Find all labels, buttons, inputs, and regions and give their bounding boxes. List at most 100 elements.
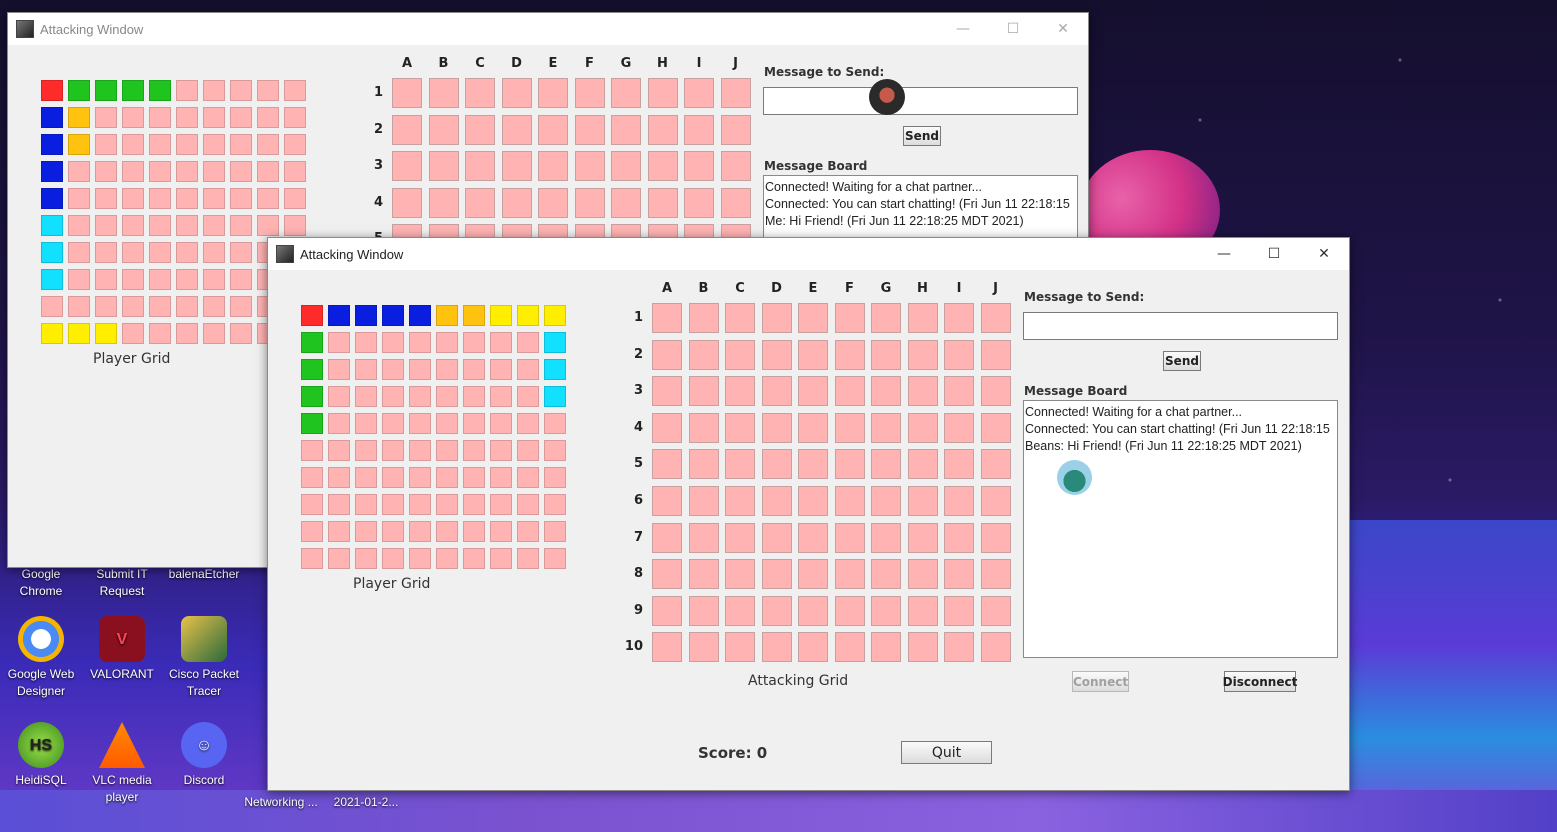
attack-grid-cell[interactable] [798,522,828,553]
attack-grid-cell[interactable] [465,187,495,218]
attack-grid-cell[interactable] [834,595,865,626]
front-close-button[interactable]: ✕ [1299,238,1349,270]
attack-grid-cell[interactable] [501,114,532,145]
attack-grid-cell[interactable] [428,114,459,145]
attack-grid-cell[interactable] [688,522,719,553]
back-send-button[interactable]: Send [903,126,941,146]
attack-grid-cell[interactable] [688,303,719,333]
attack-grid-cell[interactable] [501,187,532,218]
attack-grid-cell[interactable] [980,376,1011,407]
attack-grid-cell[interactable] [725,303,755,333]
attack-grid-cell[interactable] [688,595,719,626]
attack-grid-cell[interactable] [907,522,938,553]
attack-grid-cell[interactable] [761,339,792,370]
attack-grid-cell[interactable] [944,559,974,590]
attack-grid-cell[interactable] [834,376,865,407]
attack-grid-cell[interactable] [647,151,678,182]
attack-grid-cell[interactable] [761,632,792,663]
disconnect-button[interactable]: Disconnect [1223,671,1297,692]
attack-grid-cell[interactable] [574,151,605,182]
attack-grid-cell[interactable] [688,559,719,590]
attack-grid-cell[interactable] [688,449,719,480]
attack-grid-cell[interactable] [944,303,974,333]
attack-grid-cell[interactable] [834,412,865,443]
attack-grid-cell[interactable] [652,376,682,407]
attack-grid-cell[interactable] [980,522,1011,553]
attack-grid-cell[interactable] [798,449,828,480]
attack-grid-cell[interactable] [465,78,495,108]
quit-button[interactable]: Quit [901,741,992,764]
attack-grid-cell[interactable] [798,412,828,443]
attack-grid-cell[interactable] [684,151,714,182]
attack-grid-cell[interactable] [538,114,568,145]
attack-grid-cell[interactable] [907,559,938,590]
attack-grid-cell[interactable] [574,187,605,218]
attack-grid-cell[interactable] [688,632,719,663]
attack-grid-cell[interactable] [652,522,682,553]
attack-grid-cell[interactable] [980,559,1011,590]
attack-grid-cell[interactable] [980,449,1011,480]
attack-grid-cell[interactable] [907,632,938,663]
desktop-icon-valorant[interactable]: V VALORANT [82,616,162,683]
attack-grid-cell[interactable] [944,522,974,553]
attack-grid-cell[interactable] [907,412,938,443]
attack-grid-cell[interactable] [980,412,1011,443]
attack-grid-cell[interactable] [725,559,755,590]
attack-grid-cell[interactable] [652,559,682,590]
attack-grid-cell[interactable] [871,303,901,333]
attack-grid-cell[interactable] [428,78,459,108]
attack-grid-cell[interactable] [725,522,755,553]
attack-grid-cell[interactable] [980,595,1011,626]
attack-grid-cell[interactable] [428,151,459,182]
attack-grid-cell[interactable] [684,114,714,145]
attack-grid-cell[interactable] [834,522,865,553]
attack-grid-cell[interactable] [611,187,641,218]
attack-grid-cell[interactable] [834,485,865,516]
attack-grid-cell[interactable] [720,151,751,182]
attack-grid-cell[interactable] [652,303,682,333]
attack-grid-cell[interactable] [688,376,719,407]
attack-grid-cell[interactable] [871,376,901,407]
attack-grid-cell[interactable] [834,449,865,480]
attack-grid-cell[interactable] [980,485,1011,516]
attack-grid-cell[interactable] [725,376,755,407]
front-attacking-window[interactable]: Attacking Window — ☐ ✕ Player Grid A B C D E… [267,237,1350,791]
attack-grid-cell[interactable] [652,449,682,480]
attack-grid-cell[interactable] [652,595,682,626]
desktop-icon-submit-it-request[interactable]: Submit IT Request [82,566,162,600]
front-minimize-button[interactable]: — [1199,238,1249,270]
attack-grid-cell[interactable] [834,303,865,333]
attack-grid-cell[interactable] [871,595,901,626]
attack-grid-cell[interactable] [538,151,568,182]
attack-grid-cell[interactable] [392,114,422,145]
attack-grid-cell[interactable] [720,187,751,218]
attack-grid-cell[interactable] [611,114,641,145]
attack-grid-cell[interactable] [465,114,495,145]
attack-grid-cell[interactable] [761,595,792,626]
attack-grid-cell[interactable] [392,78,422,108]
desktop-icon-networking[interactable]: Networking ... [236,794,326,811]
attack-grid-cell[interactable] [428,187,459,218]
attack-grid-cell[interactable] [611,78,641,108]
attack-grid-cell[interactable] [761,522,792,553]
attack-grid-cell[interactable] [688,412,719,443]
attack-grid-cell[interactable] [501,151,532,182]
attack-grid-cell[interactable] [647,114,678,145]
desktop-icon-google-chrome[interactable]: Google Chrome [1,566,81,600]
attack-grid-cell[interactable] [871,449,901,480]
attack-grid-cell[interactable] [720,78,751,108]
attack-grid-cell[interactable] [944,412,974,443]
attack-grid-cell[interactable] [798,632,828,663]
attack-grid-cell[interactable] [761,376,792,407]
attack-grid-cell[interactable] [907,449,938,480]
desktop-icon-2021-01[interactable]: 2021-01-2... [326,794,406,811]
back-message-input[interactable] [763,87,1078,115]
attack-grid-cell[interactable] [944,632,974,663]
attack-grid-cell[interactable] [761,559,792,590]
attack-grid-cell[interactable] [871,339,901,370]
front-window-titlebar[interactable]: Attacking Window — ☐ ✕ [268,238,1349,270]
front-maximize-button[interactable]: ☐ [1249,238,1299,270]
attack-grid-cell[interactable] [834,632,865,663]
attack-grid-cell[interactable] [725,595,755,626]
attack-grid-cell[interactable] [944,339,974,370]
